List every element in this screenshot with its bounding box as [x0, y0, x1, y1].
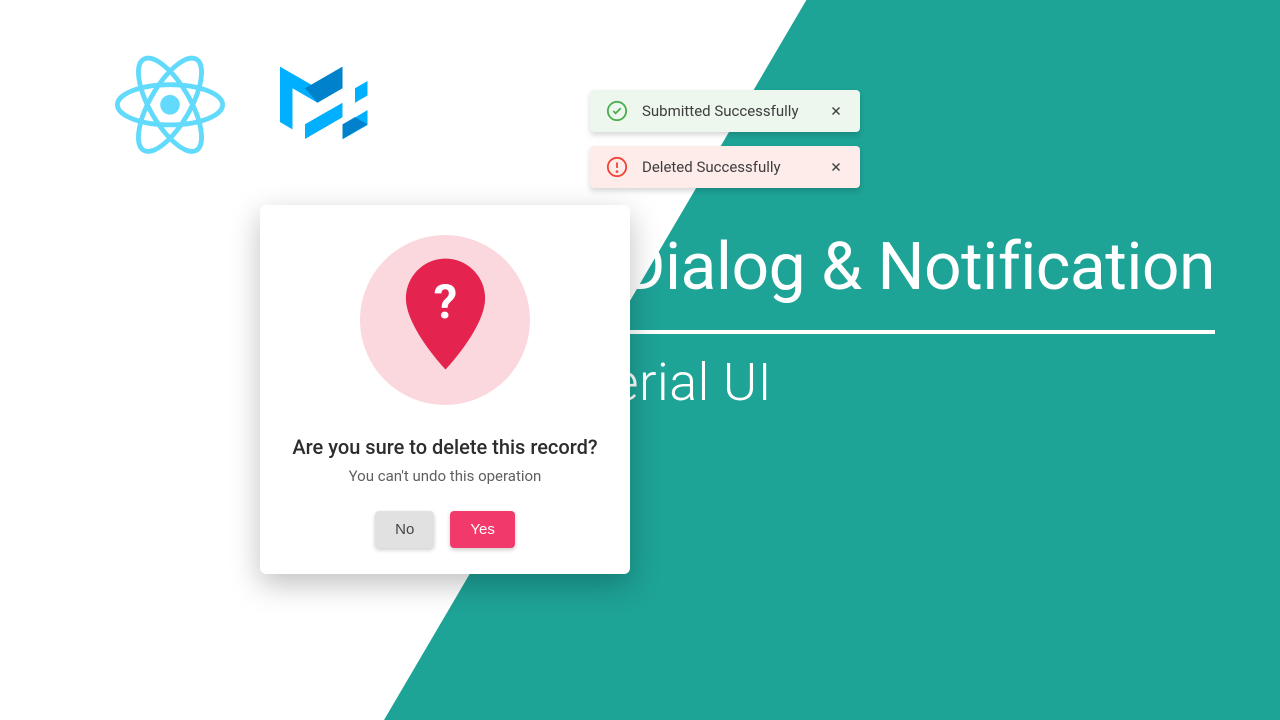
alert-error-close-icon[interactable]: [828, 159, 844, 175]
location-question-icon: ?: [398, 258, 493, 382]
error-alert-icon: [606, 156, 628, 178]
alert-error: Deleted Successfully: [590, 146, 860, 188]
dialog-subtitle: You can't undo this operation: [284, 467, 606, 485]
mui-logo-icon: [280, 58, 380, 157]
svg-text:?: ?: [433, 274, 457, 330]
dialog-icon-circle: ?: [360, 235, 530, 405]
dialog-title: Are you sure to delete this record?: [284, 435, 606, 459]
success-check-icon: [606, 100, 628, 122]
dialog-actions: No Yes: [284, 511, 606, 548]
react-logo-icon: [115, 55, 225, 159]
alert-error-text: Deleted Successfully: [642, 158, 814, 176]
alert-success-close-icon[interactable]: [828, 103, 844, 119]
logos-container: [115, 55, 380, 159]
no-button[interactable]: No: [375, 511, 434, 548]
alert-success: Submitted Successfully: [590, 90, 860, 132]
alert-success-text: Submitted Successfully: [642, 102, 814, 120]
alerts-container: Submitted Successfully Deleted Successfu…: [590, 90, 860, 188]
confirm-dialog: ? Are you sure to delete this record? Yo…: [260, 205, 630, 574]
yes-button[interactable]: Yes: [450, 511, 514, 548]
